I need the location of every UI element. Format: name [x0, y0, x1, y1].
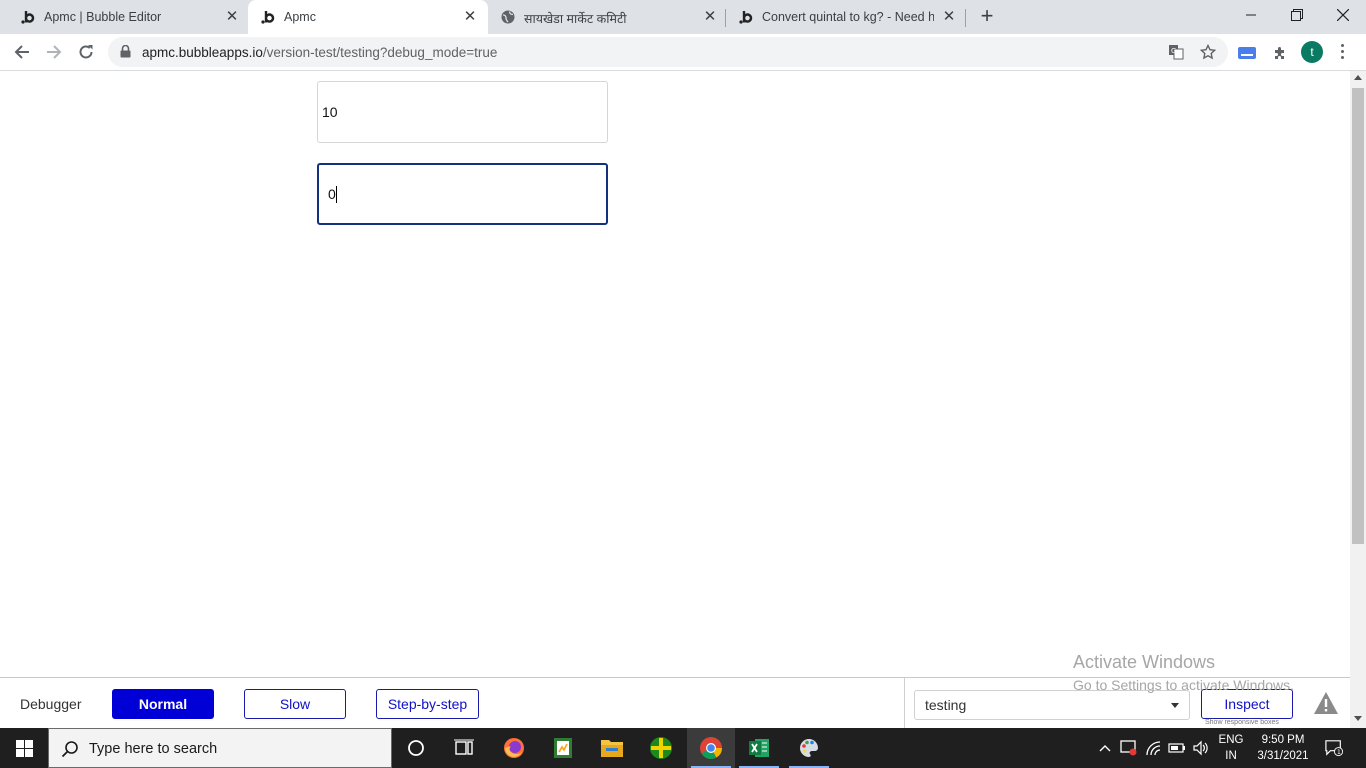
inspect-button[interactable]: Inspect [1201, 689, 1293, 719]
close-window-icon[interactable] [1320, 0, 1366, 30]
excel-icon[interactable] [735, 728, 783, 768]
extensions-puzzle-icon[interactable] [1270, 43, 1290, 63]
address-bar[interactable]: apmc.bubbleapps.io/version-test/testing?… [108, 37, 1228, 67]
tray-chevron-up-icon[interactable] [1096, 739, 1114, 757]
text-caret [336, 186, 337, 203]
tab-title: Apmc | Bubble Editor [44, 10, 162, 24]
notification-count: 1 [1337, 749, 1341, 756]
tab-separator [965, 9, 966, 27]
windows-taskbar: Type here to search ENG IN 9:50 PM 3/31/… [0, 728, 1366, 768]
minimize-icon[interactable] [1228, 0, 1274, 30]
mode-step-by-step-button[interactable]: Step-by-step [376, 689, 479, 719]
show-responsive-boxes-link[interactable]: Show responsive boxes [1205, 719, 1279, 726]
page-select-value: testing [925, 697, 967, 713]
profile-avatar[interactable]: t [1301, 41, 1323, 63]
tab-close-icon[interactable]: ✕ [462, 9, 478, 25]
kg-input[interactable] [317, 163, 608, 225]
scroll-up-arrow-icon[interactable] [1354, 75, 1362, 80]
new-tab-plus-icon[interactable]: + [976, 5, 998, 28]
mode-slow-button[interactable]: Slow [244, 689, 346, 719]
green-cross-app-icon[interactable] [637, 728, 685, 768]
globe-icon [500, 9, 516, 25]
region-code: IN [1225, 750, 1237, 762]
debugger-label: Debugger [20, 696, 82, 712]
browser-tab-strip: Apmc | Bubble Editor ✕ Apmc ✕ सायखेडा मा… [0, 0, 1366, 34]
clock-date: 3/31/2021 [1257, 750, 1309, 762]
page-scrollbar[interactable] [1350, 71, 1366, 728]
clock-time: 9:50 PM [1261, 734, 1305, 746]
battery-icon[interactable] [1168, 739, 1186, 757]
url-host: apmc.bubbleapps.io [142, 45, 263, 60]
tab-convert-quintal[interactable]: Convert quintal to kg? - Need he ✕ [726, 0, 966, 34]
menu-dots-icon[interactable] [1338, 42, 1346, 62]
url-path: /version-test/testing?debug_mode=true [262, 45, 498, 60]
svg-text:G: G [1171, 47, 1176, 55]
bubble-icon [738, 9, 754, 25]
chrome-icon[interactable] [687, 728, 735, 768]
taskbar-search-box[interactable]: Type here to search [48, 728, 392, 768]
input-language-indicator[interactable]: ENG IN [1216, 732, 1246, 764]
cortana-circle-icon[interactable] [392, 728, 440, 768]
forward-arrow-icon[interactable] [42, 40, 66, 64]
bubble-icon [20, 9, 36, 25]
tab-bubble-editor[interactable]: Apmc | Bubble Editor ✕ [8, 0, 246, 34]
translate-icon[interactable]: G [1168, 44, 1184, 60]
url-text: apmc.bubbleapps.io/version-test/testing?… [142, 45, 497, 60]
volume-icon[interactable] [1192, 739, 1210, 757]
tab-title: Convert quintal to kg? - Need he [762, 10, 934, 24]
bookmark-star-icon[interactable] [1199, 43, 1217, 60]
spreadsheet-app-icon[interactable] [539, 728, 587, 768]
lock-icon [120, 44, 131, 63]
bubble-debugger-bar: Debugger Normal Slow Step-by-step testin… [0, 677, 1350, 729]
wifi-icon[interactable] [1145, 739, 1163, 757]
taskbar-clock[interactable]: 9:50 PM 3/31/2021 [1250, 732, 1316, 764]
debugger-divider [904, 678, 905, 729]
quintal-input[interactable] [317, 81, 608, 143]
scrollbar-thumb[interactable] [1352, 88, 1364, 544]
file-explorer-icon[interactable] [588, 728, 636, 768]
page-content [0, 71, 1350, 677]
language-code: ENG [1218, 734, 1244, 746]
search-icon [61, 740, 79, 763]
tab-title: सायखेडा मार्केट कमिटी [524, 12, 627, 26]
tab-title: Apmc [284, 10, 316, 24]
restore-icon[interactable] [1274, 0, 1320, 30]
firefox-icon[interactable] [490, 728, 538, 768]
tab-close-icon[interactable]: ✕ [702, 9, 718, 25]
tray-security-icon[interactable] [1120, 739, 1138, 757]
tab-close-icon[interactable]: ✕ [941, 9, 957, 25]
task-view-icon[interactable] [440, 728, 488, 768]
mode-normal-button[interactable]: Normal [112, 689, 214, 719]
warning-icon[interactable] [1313, 691, 1339, 720]
browser-toolbar: apmc.bubbleapps.io/version-test/testing?… [0, 34, 1366, 71]
paint-palette-icon[interactable] [785, 728, 833, 768]
bubble-icon [260, 9, 276, 25]
windows-start-icon[interactable] [0, 728, 48, 768]
reload-icon[interactable] [74, 40, 98, 64]
chevron-down-icon [1171, 703, 1179, 708]
tab-market-committee[interactable]: सायखेडा मार्केट कमिटी ✕ [488, 0, 724, 34]
notification-center-icon[interactable]: 1 [1325, 739, 1343, 757]
search-placeholder: Type here to search [89, 741, 218, 757]
tab-close-icon[interactable]: ✕ [224, 9, 240, 25]
keyboard-extension-icon[interactable] [1237, 43, 1257, 63]
back-arrow-icon[interactable] [10, 40, 34, 64]
tab-apmc[interactable]: Apmc ✕ [248, 0, 488, 34]
page-select-dropdown[interactable]: testing [914, 690, 1190, 720]
scroll-down-arrow-icon[interactable] [1354, 716, 1362, 721]
